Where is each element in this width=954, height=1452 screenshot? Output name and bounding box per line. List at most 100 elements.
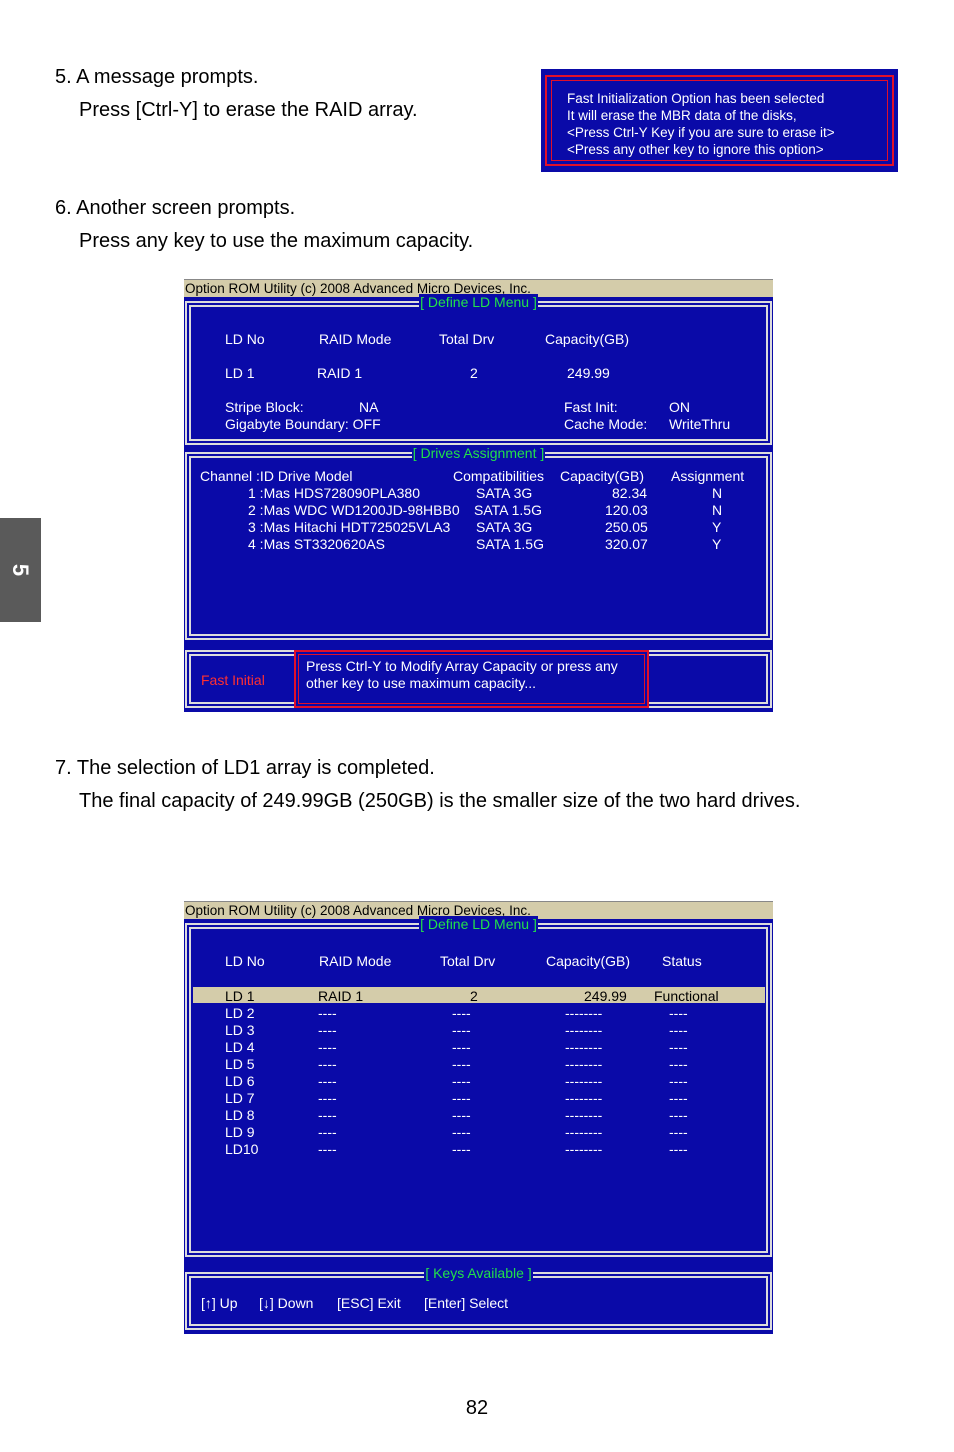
header-total-drv: Total Drv (440, 953, 496, 969)
header-raid-mode: RAID Mode (319, 953, 392, 969)
define-ld-menu-title: [ Define LD Menu ] (419, 916, 538, 932)
drive-id: 1 :Mas HDS728090PLA380 (248, 485, 420, 501)
drive-capacity: 250.05 (605, 519, 648, 535)
ld-drv: ---- (452, 1056, 471, 1072)
dialog-line: <Press Ctrl-Y Key if you are sure to era… (567, 125, 835, 140)
define-ld-menu-title: [ Define LD Menu ] (419, 294, 538, 310)
drives-assignment-panel: [ Drives Assignment ] Channel :ID Drive … (185, 445, 772, 640)
drive-compat: SATA 1.5G (474, 502, 542, 518)
keys-available-title: [ Keys Available ] (424, 1265, 533, 1281)
drive-capacity: 82.34 (612, 485, 648, 501)
ld-drv: ---- (452, 1022, 471, 1038)
step-7-line1: 7. The selection of LD1 array is complet… (55, 757, 435, 779)
drive-compat: SATA 1.5G (476, 536, 544, 552)
header-status: Status (662, 953, 702, 969)
drive-capacity: 320.07 (605, 536, 648, 552)
step-5: 5. A message prompts. Press [Ctrl-Y] to … (55, 61, 418, 127)
step-5-line1: 5. A message prompts. (55, 66, 259, 88)
ld-no-value: LD 1 (225, 365, 255, 381)
chapter-tab: 5 (0, 518, 41, 622)
dialog-line: Fast Initialization Option has been sele… (567, 91, 825, 106)
ld-drv: ---- (452, 1124, 471, 1140)
bios-screen-ld-completed: Option ROM Utility (c) 2008 Advanced Mic… (184, 901, 773, 1334)
ld-name: LD 7 (225, 1090, 255, 1106)
ld-name: LD 3 (225, 1022, 255, 1038)
ld-name: LD 1 (225, 988, 255, 1004)
ld-mode: ---- (318, 1056, 337, 1072)
drive-header-channel: Channel :ID Drive Model (200, 468, 353, 484)
raid-mode-value: RAID 1 (317, 365, 363, 381)
ld-cap: -------- (565, 1073, 603, 1089)
ld-cap: -------- (565, 1107, 603, 1123)
step-6-line1: 6. Another screen prompts. (55, 197, 296, 219)
header-total-drv: Total Drv (439, 331, 495, 347)
ld-mode: ---- (318, 1005, 337, 1021)
chapter-number: 5 (8, 563, 34, 577)
ld-status: Functional (654, 988, 719, 1004)
drive-id: 3 :Mas Hitachi HDT725025VLA3 (248, 519, 451, 535)
drive-id: 2 :Mas WDC WD1200JD-98HBB0 (248, 502, 460, 518)
ld-status: ---- (669, 1073, 688, 1089)
capacity-value: 249.99 (567, 365, 610, 381)
fast-initial-label: Fast Initial (201, 672, 265, 688)
fast-init-value: ON (669, 399, 690, 415)
keys-available-panel: [ Keys Available ] [↑] Up [↓] Down [ESC]… (185, 1265, 772, 1330)
fast-init-label: Fast Init: (564, 399, 618, 415)
ld-cap: -------- (565, 1056, 603, 1072)
drive-id: 4 :Mas ST3320620AS (248, 536, 385, 552)
drive-assign: Y (712, 519, 722, 535)
stripe-block-value: NA (359, 399, 379, 415)
ld-cap: -------- (565, 1090, 603, 1106)
ld-name: LD 2 (225, 1005, 255, 1021)
key-esc-exit[interactable]: [ESC] Exit (337, 1295, 401, 1312)
cache-mode-label: Cache Mode: (564, 416, 648, 432)
ld-status: ---- (669, 1039, 688, 1055)
key-enter-select[interactable]: [Enter] Select (424, 1295, 508, 1312)
key-down[interactable]: [↓] Down (259, 1295, 313, 1312)
ld-mode: ---- (318, 1039, 337, 1055)
ld-cap: -------- (565, 1124, 603, 1140)
drive-header-compat: Compatibilities (453, 468, 545, 484)
drive-assign: Y (712, 536, 722, 552)
step-6: 6. Another screen prompts. Press any key… (55, 192, 473, 258)
gigabyte-boundary: Gigabyte Boundary: OFF (225, 416, 381, 432)
step-7-line2: The final capacity of 249.99GB (250GB) i… (79, 790, 801, 812)
ld-name: LD10 (225, 1141, 259, 1157)
drive-capacity: 120.03 (605, 502, 648, 518)
ld-status: ---- (669, 1022, 688, 1038)
ld-mode: ---- (318, 1124, 337, 1140)
page-number: 82 (465, 1397, 489, 1419)
drive-assign: N (712, 485, 723, 501)
step-7: 7. The selection of LD1 array is complet… (55, 752, 800, 818)
stripe-block-label: Stripe Block: (225, 399, 304, 415)
ld-status: ---- (669, 1005, 688, 1021)
ld-cap: -------- (565, 1039, 603, 1055)
header-ld-no: LD No (225, 953, 265, 969)
ld-mode: ---- (318, 1107, 337, 1123)
ld-mode: ---- (318, 1141, 337, 1157)
ld-name: LD 5 (225, 1056, 255, 1072)
drives-assignment-title: [ Drives Assignment ] (411, 445, 546, 461)
define-ld-panel: [ Define LD Menu ] LD No RAID Mode Total… (185, 916, 772, 1257)
header-raid-mode: RAID Mode (319, 331, 392, 347)
capacity-prompt-box[interactable]: Press Ctrl-Y to Modify Array Capacity or… (294, 650, 649, 708)
ld-cap: 249.99 (584, 988, 627, 1004)
ld-drv: ---- (452, 1090, 471, 1106)
ld-status: ---- (669, 1107, 688, 1123)
dialog-line: <Press any other key to ignore this opti… (567, 142, 824, 157)
ld-cap: -------- (565, 1022, 603, 1038)
ld-cap: -------- (565, 1005, 603, 1021)
ld-status: ---- (669, 1056, 688, 1072)
ld-name: LD 6 (225, 1073, 255, 1089)
prompt-line-2: other key to use maximum capacity... (306, 675, 537, 691)
ld-name: LD 4 (225, 1039, 255, 1055)
ld-mode: ---- (318, 1022, 337, 1038)
ld-cap: -------- (565, 1141, 603, 1157)
cache-mode-value: WriteThru (669, 416, 731, 432)
ld-status: ---- (669, 1090, 688, 1106)
erase-confirm-dialog: Fast Initialization Option has been sele… (541, 69, 898, 172)
step-6-line2: Press any key to use the maximum capacit… (79, 230, 474, 252)
key-up[interactable]: [↑] Up (201, 1295, 238, 1312)
ld-drv: 2 (470, 988, 478, 1004)
drive-assign: N (712, 502, 723, 518)
